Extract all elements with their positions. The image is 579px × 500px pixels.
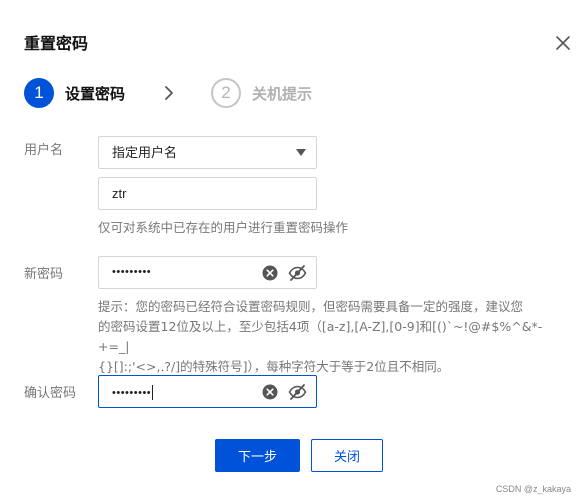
username-label: 用户名: [24, 143, 64, 158]
username-input-value: ztr: [112, 186, 127, 201]
dialog-title: 重置密码: [24, 34, 89, 53]
clear-icon[interactable]: [262, 384, 278, 400]
new-password-value: •••••••••: [112, 266, 152, 278]
stepper: 1 设置密码 2 关机提示: [24, 78, 312, 108]
username-input[interactable]: ztr: [98, 177, 317, 210]
step-1-label: 设置密码: [65, 84, 126, 103]
hint-line: 的密码设置12位及以上，至少包括4项（[a-z],[A-Z],[0-9]和[()…: [98, 319, 543, 354]
confirm-password-value: •••••••••: [112, 387, 152, 399]
close-icon[interactable]: [552, 32, 574, 54]
close-button[interactable]: 关闭: [311, 439, 383, 472]
new-password-label: 新密码: [24, 267, 64, 282]
next-button[interactable]: 下一步: [215, 439, 300, 472]
confirm-password-label: 确认密码: [24, 386, 77, 401]
eye-off-icon[interactable]: [288, 264, 307, 282]
watermark: CSDN @z_kakaya: [495, 484, 571, 494]
eye-off-icon[interactable]: [288, 383, 307, 401]
text-cursor: [152, 385, 154, 401]
password-strength-hint: 提示：您的密码已经符合设置密码规则，但密码需要具备一定的强度，建议您 的密码设置…: [98, 297, 560, 377]
new-password-input[interactable]: •••••••••: [98, 256, 317, 289]
username-help-text: 仅可对系统中已存在的用户进行重置密码操作: [98, 220, 349, 235]
chevron-right-icon: [165, 86, 173, 100]
username-select[interactable]: 指定用户名: [98, 136, 317, 169]
step-2-indicator: 2: [211, 78, 242, 108]
username-select-value: 指定用户名: [112, 145, 178, 160]
caret-down-icon: [296, 149, 306, 156]
hint-line: 提示：您的密码已经符合设置密码规则，但密码需要具备一定的强度，建议您: [98, 299, 524, 314]
clear-icon[interactable]: [262, 265, 278, 281]
confirm-password-field-content: •••••••••: [112, 376, 154, 409]
confirm-password-input[interactable]: •••••••••: [98, 375, 317, 408]
step-2-label: 关机提示: [252, 84, 313, 103]
step-1-indicator: 1: [24, 78, 54, 108]
hint-line: {}[]:;'<>,.?/]的特殊符号]），每种字符大于等于2位且不相同。: [98, 359, 450, 374]
